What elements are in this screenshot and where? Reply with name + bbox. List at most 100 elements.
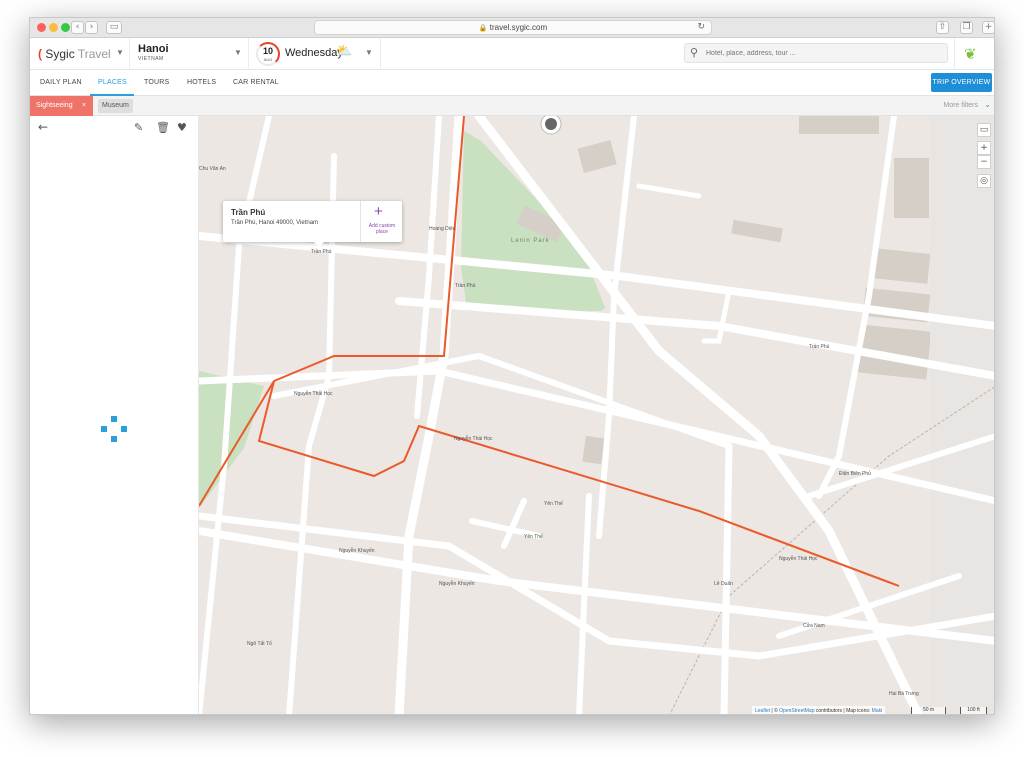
- street-label: Ngô Tất Tố: [247, 641, 272, 647]
- weather-partly-cloudy-icon: ⛅: [336, 44, 353, 59]
- street-label: Cửa Nam: [803, 623, 825, 629]
- building: [894, 158, 929, 218]
- street-label: Yên Thế: [524, 534, 543, 540]
- share-icon[interactable]: ⇧: [936, 21, 949, 34]
- tab-places[interactable]: PLACES: [98, 79, 127, 86]
- map-canvas[interactable]: Trần Phú Trần Phú Trần Phú Nguyễn Thái H…: [199, 116, 994, 714]
- chevron-down-icon[interactable]: ⌄: [984, 100, 991, 109]
- date-day: 10: [262, 46, 273, 56]
- tab-car-rental[interactable]: CAR RENTAL: [233, 79, 279, 86]
- sidebar-toggle-icon[interactable]: ▭: [106, 21, 122, 34]
- plus-icon[interactable]: +: [374, 203, 383, 220]
- divider: [360, 201, 361, 242]
- leaf-icon[interactable]: ❦: [964, 45, 977, 63]
- street-label: Nguyễn Khuyến: [439, 581, 475, 587]
- add-custom-place-button[interactable]: Add custom place: [363, 223, 401, 235]
- street-label: Điện Biên Phủ: [839, 471, 871, 477]
- search-input[interactable]: [706, 47, 941, 60]
- street-label: Hoàng Diệu: [429, 226, 456, 232]
- main-tabs: DAILY PLAN PLACES TOURS HOTELS CAR RENTA…: [30, 70, 994, 96]
- leaflet-link[interactable]: Leaflet: [755, 708, 770, 714]
- trip-overview-button[interactable]: TRIP OVERVIEW: [931, 73, 992, 92]
- close-window-button[interactable]: [37, 23, 46, 32]
- fullscreen-icon[interactable]: ▭: [977, 123, 991, 137]
- browser-toolbar: ‹ › ▭ 🔒 travel.sygic.com ↻ ⇧ ❐ +: [30, 18, 994, 38]
- forward-arrow-icon[interactable]: ›: [85, 21, 98, 34]
- tab-hotels[interactable]: HOTELS: [187, 79, 216, 86]
- new-tab-icon[interactable]: +: [982, 21, 994, 34]
- back-arrow-icon[interactable]: ←: [38, 120, 48, 134]
- locate-icon[interactable]: ◎: [977, 174, 991, 188]
- street-label: Trần Phú: [809, 344, 830, 350]
- street-label: Chu Văn An: [199, 166, 226, 172]
- park-label: Lenin Park: [511, 238, 550, 244]
- osm-link[interactable]: OpenStreetMap: [779, 708, 814, 714]
- minimize-window-button[interactable]: [49, 23, 58, 32]
- edit-note-icon[interactable]: ✎: [134, 121, 143, 134]
- divider: [129, 38, 130, 70]
- maki-link[interactable]: Maki: [872, 708, 883, 714]
- street-label: Trần Phú: [455, 283, 476, 289]
- brand-sub: Travel: [77, 47, 111, 61]
- divider: [954, 38, 955, 70]
- building: [582, 435, 605, 465]
- brand-name: Sygic: [45, 47, 75, 61]
- trash-icon[interactable]: 🗑: [156, 121, 170, 134]
- more-filters-link[interactable]: More filters: [943, 102, 978, 109]
- address-bar[interactable]: 🔒 travel.sygic.com ↻: [314, 20, 712, 35]
- popup-address: Trần Phú, Hanoi 49000, Vietnam: [231, 220, 319, 226]
- app-header: ( Sygic Travel ▼ Hanoi VIETNAM ▼ 10 AUG …: [30, 38, 994, 70]
- building: [872, 248, 931, 284]
- side-panel: ← ✎ 🗑 ♥: [30, 116, 199, 714]
- building: [731, 219, 783, 243]
- zoom-in-button[interactable]: +: [977, 141, 991, 155]
- date-badge[interactable]: 10 AUG: [256, 42, 280, 66]
- date-month: AUG: [263, 57, 273, 62]
- tab-tours[interactable]: TOURS: [144, 79, 169, 86]
- zoom-out-button[interactable]: −: [977, 155, 991, 169]
- url-text: travel.sygic.com: [489, 23, 548, 32]
- browser-window: ‹ › ▭ 🔒 travel.sygic.com ↻ ⇧ ❐ + ( Sygic…: [29, 17, 995, 715]
- place-popup[interactable]: Trần Phú Trần Phú, Hanoi 49000, Vietnam …: [223, 201, 402, 247]
- street-label: Hai Bà Trưng: [889, 691, 919, 697]
- destination-selector[interactable]: Hanoi VIETNAM: [138, 43, 169, 62]
- street-label: Nguyễn Thái Học: [779, 556, 818, 562]
- filter-chip-museum[interactable]: Museum: [98, 99, 133, 113]
- search-box[interactable]: ⚲: [684, 43, 948, 63]
- building: [799, 116, 879, 134]
- street-label: Yên Thế: [544, 501, 563, 507]
- scale-metric: 50 m: [911, 707, 946, 714]
- street-label: Nguyễn Thái Học: [294, 391, 333, 397]
- lock-icon: 🔒: [478, 25, 488, 32]
- tab-daily-plan[interactable]: DAILY PLAN: [40, 79, 82, 86]
- divider: [248, 38, 249, 70]
- heart-icon[interactable]: ♥: [177, 121, 187, 134]
- close-icon[interactable]: ×: [82, 96, 86, 116]
- map-attribution: Leaflet | © OpenStreetMap contributors |…: [752, 706, 886, 714]
- divider: [380, 38, 381, 70]
- attribution-text: contributors | Map icons:: [815, 708, 871, 714]
- chevron-down-icon[interactable]: ▼: [365, 48, 373, 57]
- country-name: VIETNAM: [138, 56, 164, 62]
- filter-bar: Sightseeing × Museum More filters ⌄: [30, 96, 994, 116]
- popup-title: Trần Phú: [231, 208, 266, 217]
- reload-icon[interactable]: ↻: [697, 21, 705, 34]
- street-label: Nguyễn Thái Học: [454, 436, 493, 442]
- sygic-logo[interactable]: ( Sygic Travel: [38, 47, 111, 61]
- filter-chip-label: Sightseeing: [36, 102, 73, 109]
- back-arrow-icon[interactable]: ‹: [71, 21, 84, 34]
- loading-spinner: [101, 416, 127, 442]
- chevron-down-icon[interactable]: ▼: [234, 48, 242, 57]
- filter-chip-sightseeing[interactable]: Sightseeing ×: [30, 96, 93, 116]
- street-label: Nguyễn Khuyến: [339, 548, 375, 554]
- street-label: Lê Duẩn: [714, 581, 733, 587]
- scale-imperial: 100 ft: [960, 707, 987, 714]
- day-name[interactable]: Wednesday: [285, 47, 343, 59]
- building: [577, 140, 617, 173]
- tabs-icon[interactable]: ❐: [960, 21, 973, 34]
- city-name: Hanoi: [138, 43, 169, 55]
- search-icon: ⚲: [690, 46, 699, 59]
- zoom-window-button[interactable]: [61, 23, 70, 32]
- chevron-down-icon[interactable]: ▼: [116, 48, 124, 57]
- sygic-logo-mark-icon: (: [38, 47, 42, 61]
